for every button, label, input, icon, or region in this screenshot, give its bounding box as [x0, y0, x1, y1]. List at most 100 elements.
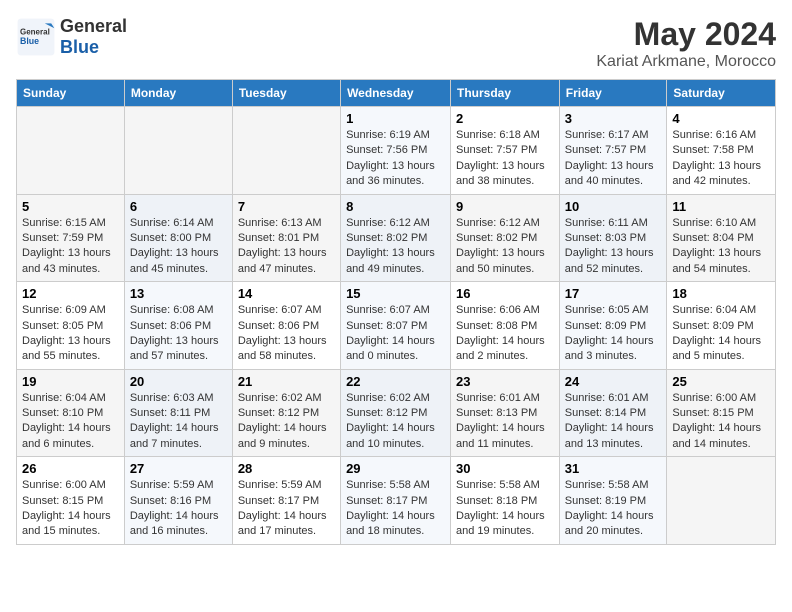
day-info: Sunrise: 6:08 AMSunset: 8:06 PMDaylight:… [130, 303, 227, 365]
table-row: 6 Sunrise: 6:14 AMSunset: 8:00 PMDaylight… [124, 194, 232, 282]
calendar-header-row: Sunday Monday Tuesday Wednesday Thursday… [17, 80, 776, 107]
table-row: 12 Sunrise: 6:09 AMSunset: 8:05 PMDayligh… [17, 282, 125, 370]
day-number: 24 [565, 374, 662, 389]
day-info: Sunrise: 6:19 AMSunset: 7:56 PMDaylight:… [346, 128, 445, 190]
day-info: Sunrise: 6:14 AMSunset: 8:00 PMDaylight:… [130, 216, 227, 278]
table-row: 31 Sunrise: 5:58 AMSunset: 8:19 PMDayligh… [559, 457, 667, 545]
day-number: 25 [672, 374, 770, 389]
day-info: Sunrise: 6:00 AMSunset: 8:15 PMDaylight:… [22, 478, 119, 540]
col-tuesday: Tuesday [232, 80, 340, 107]
day-info: Sunrise: 5:59 AMSunset: 8:16 PMDaylight:… [130, 478, 227, 540]
day-info: Sunrise: 6:00 AMSunset: 8:15 PMDaylight:… [672, 391, 770, 453]
day-info: Sunrise: 6:07 AMSunset: 8:07 PMDaylight:… [346, 303, 445, 365]
day-number: 17 [565, 286, 662, 301]
table-row: 27 Sunrise: 5:59 AMSunset: 8:16 PMDayligh… [124, 457, 232, 545]
day-info: Sunrise: 5:58 AMSunset: 8:18 PMDaylight:… [456, 478, 554, 540]
table-row: 2 Sunrise: 6:18 AMSunset: 7:57 PMDaylight… [451, 107, 560, 195]
col-wednesday: Wednesday [341, 80, 451, 107]
day-number: 22 [346, 374, 445, 389]
logo-icon: General Blue [16, 17, 56, 57]
logo-general: General [60, 16, 127, 36]
day-info: Sunrise: 6:01 AMSunset: 8:14 PMDaylight:… [565, 391, 662, 453]
day-info: Sunrise: 5:59 AMSunset: 8:17 PMDaylight:… [238, 478, 335, 540]
day-number: 29 [346, 461, 445, 476]
table-row: 26 Sunrise: 6:00 AMSunset: 8:15 PMDayligh… [17, 457, 125, 545]
table-row: 11 Sunrise: 6:10 AMSunset: 8:04 PMDayligh… [667, 194, 776, 282]
day-number: 9 [456, 199, 554, 214]
day-number: 15 [346, 286, 445, 301]
logo-text: General Blue [60, 16, 127, 58]
day-info: Sunrise: 6:12 AMSunset: 8:02 PMDaylight:… [346, 216, 445, 278]
col-monday: Monday [124, 80, 232, 107]
day-info: Sunrise: 6:16 AMSunset: 7:58 PMDaylight:… [672, 128, 770, 190]
day-number: 13 [130, 286, 227, 301]
day-number: 14 [238, 286, 335, 301]
col-thursday: Thursday [451, 80, 560, 107]
day-info: Sunrise: 6:07 AMSunset: 8:06 PMDaylight:… [238, 303, 335, 365]
day-info: Sunrise: 6:18 AMSunset: 7:57 PMDaylight:… [456, 128, 554, 190]
day-info: Sunrise: 6:10 AMSunset: 8:04 PMDaylight:… [672, 216, 770, 278]
day-info: Sunrise: 6:11 AMSunset: 8:03 PMDaylight:… [565, 216, 662, 278]
day-number: 21 [238, 374, 335, 389]
day-info: Sunrise: 5:58 AMSunset: 8:19 PMDaylight:… [565, 478, 662, 540]
table-row: 24 Sunrise: 6:01 AMSunset: 8:14 PMDayligh… [559, 369, 667, 457]
table-row: 29 Sunrise: 5:58 AMSunset: 8:17 PMDayligh… [341, 457, 451, 545]
day-info: Sunrise: 6:01 AMSunset: 8:13 PMDaylight:… [456, 391, 554, 453]
day-number: 20 [130, 374, 227, 389]
day-number: 11 [672, 199, 770, 214]
logo-blue: Blue [60, 37, 99, 57]
day-number: 6 [130, 199, 227, 214]
day-number: 5 [22, 199, 119, 214]
day-info: Sunrise: 6:17 AMSunset: 7:57 PMDaylight:… [565, 128, 662, 190]
day-info: Sunrise: 6:09 AMSunset: 8:05 PMDaylight:… [22, 303, 119, 365]
day-info: Sunrise: 5:58 AMSunset: 8:17 PMDaylight:… [346, 478, 445, 540]
col-saturday: Saturday [667, 80, 776, 107]
day-number: 31 [565, 461, 662, 476]
day-number: 26 [22, 461, 119, 476]
col-friday: Friday [559, 80, 667, 107]
day-number: 18 [672, 286, 770, 301]
day-number: 12 [22, 286, 119, 301]
table-row: 30Sunrise: 5:58 AMSunset: 8:18 PMDayligh… [451, 457, 560, 545]
day-number: 28 [238, 461, 335, 476]
table-row: 7 Sunrise: 6:13 AMSunset: 8:01 PMDaylight… [232, 194, 340, 282]
main-title: May 2024 [596, 16, 776, 53]
day-info: Sunrise: 6:02 AMSunset: 8:12 PMDaylight:… [346, 391, 445, 453]
day-info: Sunrise: 6:04 AMSunset: 8:10 PMDaylight:… [22, 391, 119, 453]
table-row: 16Sunrise: 6:06 AMSunset: 8:08 PMDayligh… [451, 282, 560, 370]
day-number: 1 [346, 111, 445, 126]
table-row [232, 107, 340, 195]
day-info: Sunrise: 6:04 AMSunset: 8:09 PMDaylight:… [672, 303, 770, 365]
day-info: Sunrise: 6:03 AMSunset: 8:11 PMDaylight:… [130, 391, 227, 453]
table-row: 19 Sunrise: 6:04 AMSunset: 8:10 PMDayligh… [17, 369, 125, 457]
day-info: Sunrise: 6:06 AMSunset: 8:08 PMDaylight:… [456, 303, 554, 365]
day-number: 7 [238, 199, 335, 214]
day-number: 3 [565, 111, 662, 126]
day-info: Sunrise: 6:12 AMSunset: 8:02 PMDaylight:… [456, 216, 554, 278]
logo: General Blue General Blue [16, 16, 127, 58]
table-row: 8Sunrise: 6:12 AMSunset: 8:02 PMDaylight… [341, 194, 451, 282]
day-number: 19 [22, 374, 119, 389]
calendar-week-row: 1 Sunrise: 6:19 AMSunset: 7:56 PMDaylight… [17, 107, 776, 195]
table-row: 1 Sunrise: 6:19 AMSunset: 7:56 PMDaylight… [341, 107, 451, 195]
table-row [667, 457, 776, 545]
table-row: 3 Sunrise: 6:17 AMSunset: 7:57 PMDaylight… [559, 107, 667, 195]
col-sunday: Sunday [17, 80, 125, 107]
table-row: 21Sunrise: 6:02 AMSunset: 8:12 PMDayligh… [232, 369, 340, 457]
table-row [17, 107, 125, 195]
calendar-week-row: 19 Sunrise: 6:04 AMSunset: 8:10 PMDayligh… [17, 369, 776, 457]
day-number: 2 [456, 111, 554, 126]
table-row: 15 Sunrise: 6:07 AMSunset: 8:07 PMDayligh… [341, 282, 451, 370]
table-row: 17Sunrise: 6:05 AMSunset: 8:09 PMDayligh… [559, 282, 667, 370]
table-row [124, 107, 232, 195]
day-number: 23 [456, 374, 554, 389]
table-row: 9 Sunrise: 6:12 AMSunset: 8:02 PMDaylight… [451, 194, 560, 282]
table-row: 10 Sunrise: 6:11 AMSunset: 8:03 PMDayligh… [559, 194, 667, 282]
calendar-body: 1 Sunrise: 6:19 AMSunset: 7:56 PMDaylight… [17, 107, 776, 545]
calendar-table: Sunday Monday Tuesday Wednesday Thursday… [16, 79, 776, 545]
day-number: 27 [130, 461, 227, 476]
title-block: May 2024 Kariat Arkmane, Morocco [596, 16, 776, 71]
day-number: 10 [565, 199, 662, 214]
day-info: Sunrise: 6:13 AMSunset: 8:01 PMDaylight:… [238, 216, 335, 278]
table-row: 13 Sunrise: 6:08 AMSunset: 8:06 PMDayligh… [124, 282, 232, 370]
